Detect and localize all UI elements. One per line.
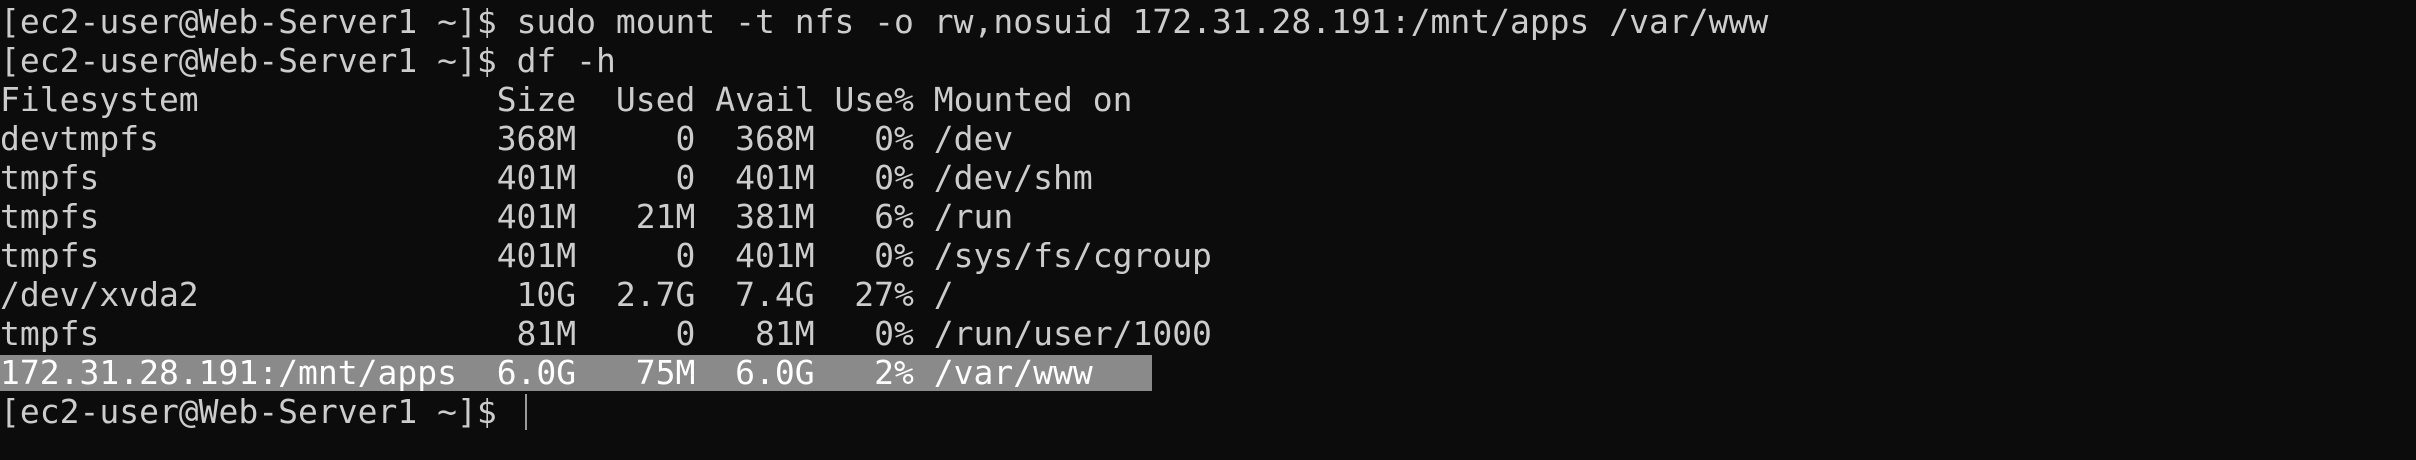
command-text: sudo mount -t nfs -o rw,nosuid 172.31.28… (516, 2, 1769, 41)
scrollbar[interactable] (2406, 0, 2416, 460)
df-row-xvda2: /dev/xvda2 10G 2.7G 7.4G 27% / (0, 275, 954, 314)
command-line-mount: [ec2-user@Web-Server1 ~]$ sudo mount -t … (0, 2, 2416, 41)
df-header: Filesystem Size Used Avail Use% Mounted … (0, 80, 1133, 119)
df-row-nfs-selected[interactable]: 172.31.28.191:/mnt/apps 6.0G 75M 6.0G 2%… (0, 353, 2416, 392)
df-row-tmpfs-cgroup: tmpfs 401M 0 401M 0% /sys/fs/cgroup (0, 236, 1212, 275)
current-prompt-line[interactable]: [ec2-user@Web-Server1 ~]$ (0, 392, 2416, 431)
prompt: [ec2-user@Web-Server1 ~]$ (0, 41, 517, 80)
selected-text-highlight[interactable]: 172.31.28.191:/mnt/apps 6.0G 75M 6.0G 2%… (0, 355, 1153, 391)
df-row-tmpfs-run: tmpfs 401M 21M 381M 6% /run (0, 197, 1014, 236)
df-row-tmpfs-run-user: tmpfs 81M 0 81M 0% /run/user/1000 (0, 314, 1212, 353)
df-row-devtmpfs: devtmpfs 368M 0 368M 0% /dev (0, 119, 1014, 158)
prompt: [ec2-user@Web-Server1 ~]$ (0, 392, 517, 431)
terminal-window[interactable]: [ec2-user@Web-Server1 ~]$ sudo mount -t … (0, 0, 2416, 460)
df-row-tmpfs-dev-shm: tmpfs 401M 0 401M 0% /dev/shm (0, 158, 1093, 197)
text-cursor (524, 394, 527, 430)
command-text: df -h (516, 41, 616, 80)
prompt: [ec2-user@Web-Server1 ~]$ (0, 2, 517, 41)
command-line-df: [ec2-user@Web-Server1 ~]$ df -h (0, 41, 2416, 80)
